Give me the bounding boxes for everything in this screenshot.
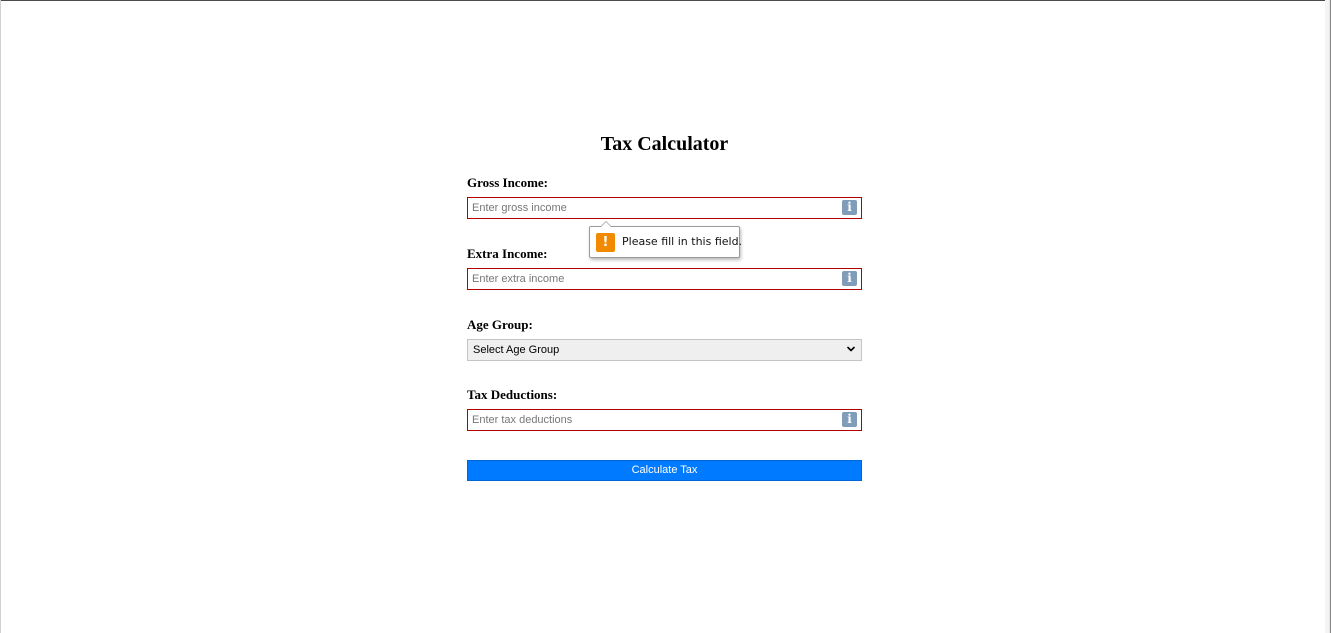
tooltip-arrow-fill [601,222,611,227]
extra-income-input[interactable] [468,269,842,289]
tax-form-container: Tax Calculator Gross Income: i Extra Inc… [467,130,862,481]
age-group-label: Age Group: [467,317,533,332]
gross-income-info-icon[interactable]: i [842,200,857,215]
extra-income-info-icon[interactable]: i [842,271,857,286]
tax-deductions-field-wrapper: i [467,409,862,431]
window-right-edge [1325,0,1331,633]
tax-deductions-info-icon[interactable]: i [842,412,857,427]
tooltip-message: Please fill in this field. [622,235,743,248]
calculate-tax-button[interactable]: Calculate Tax [467,460,862,481]
tax-deductions-label: Tax Deductions: [467,387,558,402]
validation-tooltip: ! Please fill in this field. [589,221,743,258]
tax-form: Gross Income: i Extra Income: i Age Grou… [467,158,862,481]
tax-deductions-input[interactable] [468,410,842,430]
window-top-border [0,0,1331,1]
page-title: Tax Calculator [600,133,729,155]
gross-income-label: Gross Income: [467,175,549,190]
gross-income-input[interactable] [468,198,842,218]
age-group-select[interactable]: Select Age Group [468,340,861,360]
extra-income-field-wrapper: i [467,268,862,290]
warning-icon: ! [596,233,615,252]
window-left-border [0,0,1,633]
gross-income-field-wrapper: i [467,197,862,219]
age-group-select-wrapper: Select Age Group [467,339,862,361]
